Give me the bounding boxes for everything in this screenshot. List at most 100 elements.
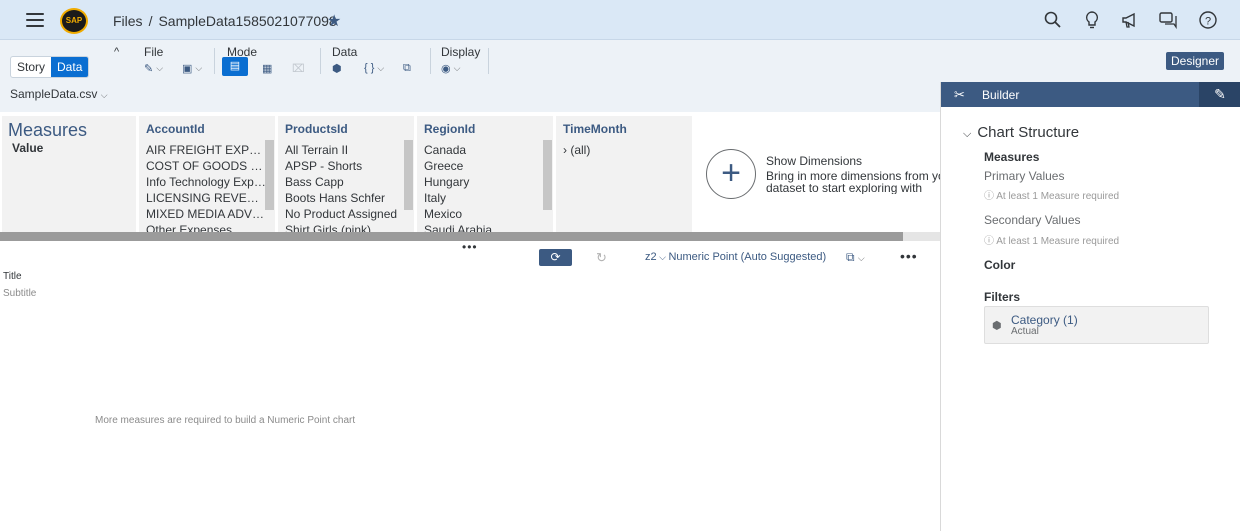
collapse-toolbar-icon[interactable]: ^ <box>114 46 119 58</box>
megaphone-icon[interactable] <box>1120 10 1140 30</box>
toolbar-divider <box>214 48 215 74</box>
toolbar-divider <box>488 48 489 74</box>
info-icon: ⓘ <box>984 236 994 247</box>
filter-name: Category (1) <box>1011 313 1078 327</box>
column-header[interactable]: AccountId <box>146 122 205 136</box>
member-list: AIR FREIGHT EXPEN... COST OF GOODS S... … <box>146 142 266 232</box>
data-exploration-mode-button[interactable]: ▤ <box>222 57 248 76</box>
info-icon: ⓘ <box>984 191 994 202</box>
list-item[interactable]: All Terrain II <box>285 142 405 158</box>
more-options-icon[interactable]: ••• <box>900 248 918 264</box>
list-item[interactable]: Saudi Arabia <box>424 222 544 232</box>
list-item-label: (all) <box>570 143 591 157</box>
chart-empty-message: More measures are required to build a Nu… <box>95 415 356 426</box>
list-item[interactable]: APSP - Shorts <box>285 158 405 174</box>
color-heading[interactable]: Color <box>984 258 1015 272</box>
filter-token[interactable]: ⬢ Category (1) Actual <box>984 306 1209 344</box>
list-item[interactable]: Hungary <box>424 174 544 190</box>
list-item[interactable]: Italy <box>424 190 544 206</box>
toolbar-divider <box>430 48 431 74</box>
builder-title[interactable]: Builder <box>982 88 1019 102</box>
grid-icon: ▦ <box>262 62 273 75</box>
primary-values-slot[interactable]: Primary Values <box>984 169 1064 183</box>
scrollbar[interactable] <box>404 140 413 210</box>
story-data-toggle: Story Data <box>10 56 90 78</box>
story-tab[interactable]: Story <box>11 57 51 77</box>
help-icon[interactable]: ? <box>1198 10 1218 30</box>
display-group-label: Display <box>441 45 481 59</box>
member-list: All Terrain II APSP - Shorts Bass Capp B… <box>285 142 405 232</box>
measures-column: Measures Value <box>2 116 136 232</box>
dimension-column-regionid: RegionId Canada Greece Hungary Italy Mex… <box>417 116 553 232</box>
braces-icon: { } <box>364 62 375 74</box>
refresh-button[interactable]: ⟳ <box>539 249 572 266</box>
tools-icon[interactable]: ✂ <box>954 87 965 103</box>
linked-data-button[interactable]: ⧉ <box>403 60 411 76</box>
favorite-star-icon[interactable]: ★ <box>327 11 341 31</box>
formula-button[interactable]: { } ⌵ <box>364 60 384 76</box>
dataset-selector[interactable]: SampleData.csv ⌵ <box>10 87 108 101</box>
hint-text: At least 1 Measure required <box>996 236 1120 247</box>
list-item[interactable]: Mexico <box>424 206 544 222</box>
list-item[interactable]: › (all) <box>563 142 683 158</box>
list-item[interactable]: No Product Assigned <box>285 206 405 222</box>
secondary-values-slot[interactable]: Secondary Values <box>984 213 1081 227</box>
chevron-down-icon: ⌵ <box>156 62 164 73</box>
save-button[interactable]: ▣ ⌵ <box>182 60 202 76</box>
chevron-down-icon: ⌵ <box>377 62 385 73</box>
chart-type-label: Numeric Point (Auto Suggested) <box>668 251 827 263</box>
chart-type-prefix: z2 <box>645 251 657 263</box>
breadcrumb-files[interactable]: Files <box>113 13 143 29</box>
list-item[interactable]: Bass Capp <box>285 174 405 190</box>
wand-icon: ✎ <box>144 62 154 75</box>
scrollbar-track <box>903 232 940 241</box>
column-header[interactable]: TimeMonth <box>563 122 627 136</box>
list-item[interactable]: Shirt Girls (pink) <box>285 222 405 232</box>
save-icon: ▣ <box>182 62 193 75</box>
disabled-mode-icon: ⌧ <box>292 62 305 75</box>
chat-icon[interactable] <box>1158 10 1178 30</box>
chart-type-selector[interactable]: z2 ⌵ Numeric Point (Auto Suggested) <box>645 251 826 263</box>
edit-tools-button[interactable]: ✎ ⌵ <box>144 60 163 76</box>
column-header[interactable]: RegionId <box>424 122 475 136</box>
shell-bar: SAP Files / SampleData1585021077098 ★ ? <box>0 0 1240 40</box>
chart-structure-toggle[interactable]: ⌵ Chart Structure <box>963 124 1079 141</box>
horizontal-scrollbar[interactable] <box>0 232 903 241</box>
dimension-column-productsid: ProductsId All Terrain II APSP - Shorts … <box>278 116 414 232</box>
data-group-label: Data <box>332 45 358 59</box>
lightbulb-icon[interactable] <box>1082 10 1102 30</box>
modeler-mode-button[interactable]: ⌧ <box>292 60 305 76</box>
chart-title[interactable]: Title <box>3 271 22 282</box>
list-item[interactable]: Info Technology Expe... <box>146 174 266 190</box>
list-item[interactable]: Other Expenses <box>146 222 266 232</box>
list-item[interactable]: MIXED MEDIA ADVE... <box>146 206 266 222</box>
search-icon[interactable] <box>1043 10 1063 30</box>
show-dimensions-button[interactable]: + <box>706 149 756 199</box>
scrollbar[interactable] <box>265 140 274 210</box>
display-options-button[interactable]: ◉ ⌵ <box>441 60 460 76</box>
chevron-down-icon: ⌵ <box>963 128 972 140</box>
chart-subtitle[interactable]: Subtitle <box>3 288 36 299</box>
scrollbar[interactable] <box>543 140 552 210</box>
list-item[interactable]: Greece <box>424 158 544 174</box>
list-item[interactable]: AIR FREIGHT EXPEN... <box>146 142 266 158</box>
list-item[interactable]: LICENSING REVENUE <box>146 190 266 206</box>
add-data-button[interactable]: ⬢ <box>332 60 342 76</box>
list-item[interactable]: Canada <box>424 142 544 158</box>
grid-mode-button[interactable]: ▦ <box>262 60 272 76</box>
column-header[interactable]: ProductsId <box>285 122 348 136</box>
filter-value: Actual <box>1011 326 1039 337</box>
designer-button[interactable]: Designer <box>1166 52 1224 70</box>
list-item[interactable]: Boots Hans Schfer <box>285 190 405 206</box>
data-tab[interactable]: Data <box>51 57 89 77</box>
redo-icon[interactable]: ↻ <box>596 250 607 266</box>
list-item[interactable]: COST OF GOODS S... <box>146 158 266 174</box>
measure-value[interactable]: Value <box>12 141 43 155</box>
sap-logo[interactable]: SAP <box>60 8 88 34</box>
menu-icon[interactable] <box>26 13 44 27</box>
resize-grip[interactable]: ••• <box>462 240 478 254</box>
copy-icon[interactable]: ⧉ ⌵ <box>846 250 865 265</box>
styling-brush-icon[interactable]: ✎ <box>1199 82 1240 107</box>
measures-heading: Measures <box>984 150 1040 164</box>
chevron-right-icon: › <box>563 143 567 157</box>
